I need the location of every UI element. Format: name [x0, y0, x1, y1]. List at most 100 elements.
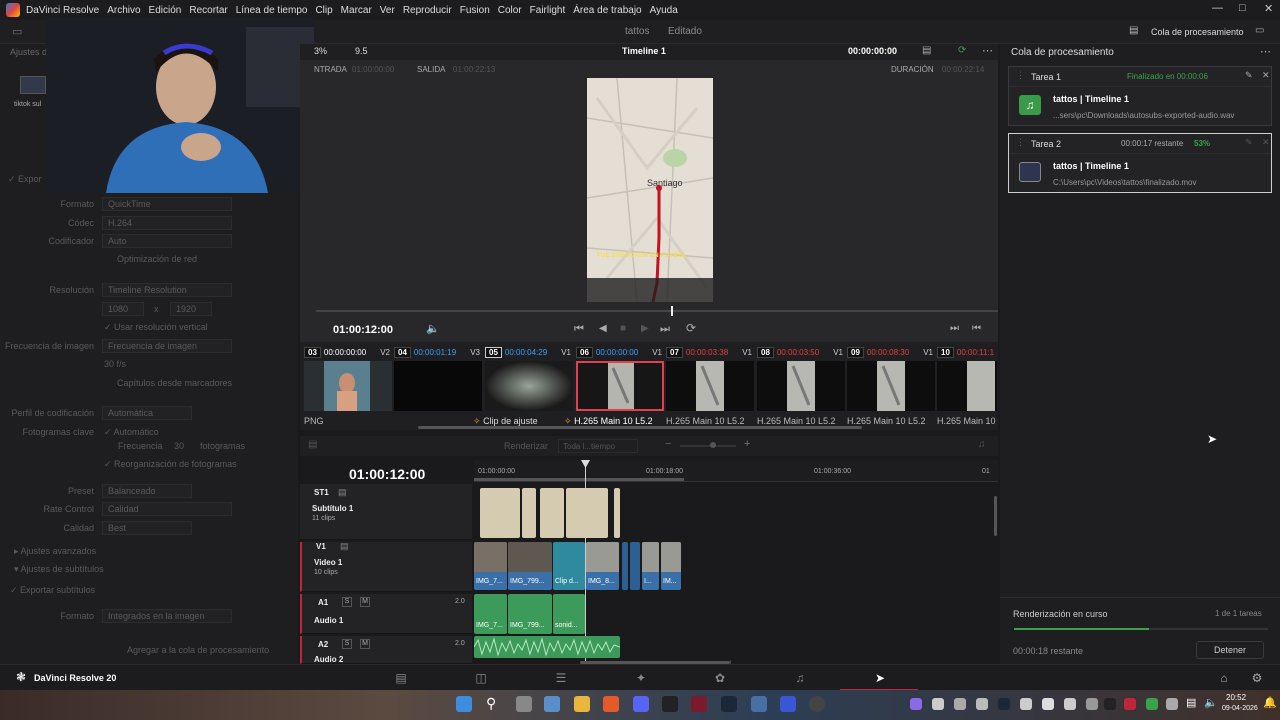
timeline-view-icon[interactable]: ▤: [308, 439, 317, 450]
menu-reproducir[interactable]: Reproducir: [403, 5, 452, 16]
solo-button[interactable]: S: [342, 597, 352, 607]
freq-value[interactable]: 30: [174, 441, 184, 451]
quality-dropdown[interactable]: Best: [102, 521, 192, 535]
timeline-timecode[interactable]: 01:00:12:00: [349, 466, 425, 482]
close-icon[interactable]: ✕: [1264, 2, 1273, 15]
drag-handle-icon[interactable]: ⋮: [1016, 137, 1025, 148]
video-clip[interactable]: I...: [642, 542, 659, 590]
scrubber-playhead[interactable]: [671, 306, 673, 316]
format-dropdown[interactable]: QuickTime: [102, 197, 232, 211]
menu-app[interactable]: DaVinci Resolve: [26, 5, 99, 16]
clip-thumb-selected[interactable]: 06 00:00:00:00 V1 ✧ H.265 Main 10 L5.2: [564, 347, 664, 429]
tray-icon[interactable]: [1146, 698, 1158, 710]
subtitle-clip[interactable]: [522, 488, 536, 538]
vertical-checkbox[interactable]: ✓ Usar resolución vertical: [104, 322, 208, 333]
res-width-field[interactable]: 1080: [102, 302, 144, 316]
render-range-dropdown[interactable]: Toda l...tiempo: [558, 439, 638, 453]
subs-settings-section[interactable]: ▾ Ajustes de subtítulos: [14, 564, 104, 575]
app-icon[interactable]: [780, 696, 796, 712]
export-video-check[interactable]: ✓ Expor: [8, 174, 42, 185]
menu-recortar[interactable]: Recortar: [189, 5, 227, 16]
video-clip[interactable]: [630, 542, 640, 590]
display-icon[interactable]: ▤: [922, 45, 931, 56]
track-header-audio1[interactable]: A1 S M 2.0 Audio 1: [300, 594, 472, 634]
menu-archivo[interactable]: Archivo: [107, 5, 140, 16]
stop-icon[interactable]: ■: [620, 323, 626, 334]
maximize-icon[interactable]: □: [1239, 2, 1246, 14]
clip-thumb[interactable]: 08 00:00:03:50 V1 H.265 Main 10 L5.2: [757, 347, 845, 429]
subtitle-clip[interactable]: [480, 488, 520, 538]
tray-icon[interactable]: [1166, 698, 1178, 710]
clip-thumb[interactable]: 07 00:00:03:38 V1 H.265 Main 10 L5.2: [666, 347, 754, 429]
audio-clip[interactable]: IMG_7...: [474, 594, 507, 634]
rate-dropdown[interactable]: Calidad: [102, 502, 232, 516]
preset-dropdown[interactable]: Balanceado: [102, 484, 192, 498]
video-clip[interactable]: [622, 542, 628, 590]
notifications-icon[interactable]: 🔔: [1263, 696, 1277, 709]
clip-thumb[interactable]: 03 00:00:00:00 V2 PNG: [304, 347, 392, 429]
brave-icon[interactable]: [603, 696, 619, 712]
advanced-section[interactable]: ▸ Ajustes avanzados: [14, 546, 96, 557]
tray-icon[interactable]: [1042, 698, 1054, 710]
menu-area-trabajo[interactable]: Área de trabajo: [573, 5, 641, 16]
menu-ver[interactable]: Ver: [380, 5, 395, 16]
video-clip[interactable]: IMG_8...: [586, 542, 619, 590]
edit-page-icon[interactable]: ☰: [554, 671, 568, 685]
add-to-queue-button[interactable]: Agregar a la cola de procesamiento: [127, 645, 269, 655]
more-options-icon[interactable]: ⋯: [982, 44, 993, 57]
strip-scrollbar[interactable]: [418, 426, 862, 429]
film-icon[interactable]: ▤: [340, 541, 349, 552]
res-height-field[interactable]: 1920: [170, 302, 212, 316]
timeline-name[interactable]: Timeline 1: [622, 46, 666, 56]
tray-icon[interactable]: [1020, 698, 1032, 710]
tray-icon[interactable]: [1064, 698, 1076, 710]
audio-clip[interactable]: sonid...: [553, 594, 585, 634]
track-header-video[interactable]: V1 ▤ Video 1 10 clips: [300, 541, 472, 592]
task-view-icon[interactable]: [516, 696, 532, 712]
reorder-checkbox[interactable]: ✓ Reorganización de fotogramas: [104, 459, 237, 470]
caption-icon[interactable]: ▤: [338, 487, 347, 498]
keyframes-auto-check[interactable]: ✓ Automático: [104, 427, 159, 438]
codec-dropdown[interactable]: H.264: [102, 216, 232, 230]
drag-handle-icon[interactable]: ⋮: [1016, 70, 1025, 81]
clip-thumb[interactable]: 04 00:00:01:19 V3: [394, 347, 482, 429]
discord-icon[interactable]: [633, 696, 649, 712]
clip-thumb[interactable]: 10 00:00:11:1 H.265 Main 10: [937, 347, 997, 429]
mute-button[interactable]: M: [360, 639, 370, 649]
fairlight-page-icon[interactable]: ♫: [793, 671, 807, 685]
home-icon[interactable]: ⌂: [1217, 671, 1231, 685]
edit-job-icon[interactable]: ✎: [1245, 70, 1253, 81]
stop-render-button[interactable]: Detener: [1196, 641, 1264, 659]
fusion-page-icon[interactable]: ✦: [634, 671, 648, 685]
network-icon[interactable]: ▤: [1186, 696, 1196, 709]
zoom-out-icon[interactable]: −: [665, 438, 671, 450]
subtitle-clip[interactable]: [566, 488, 608, 538]
search-icon[interactable]: ⚲: [486, 695, 496, 712]
tray-icon[interactable]: [1086, 698, 1098, 710]
video-clip[interactable]: IM...: [661, 542, 681, 590]
menu-clip[interactable]: Clip: [315, 5, 332, 16]
video-clip[interactable]: IMG_7...: [474, 542, 507, 590]
render-job-active[interactable]: ⋮ Tarea 2 00:00:17 restante 53% ✎ ✕ tatt…: [1008, 133, 1272, 193]
tray-icon[interactable]: [1124, 698, 1136, 710]
video-clip[interactable]: IMG_799...: [508, 542, 552, 590]
zoom-in-icon[interactable]: +: [744, 438, 750, 450]
fit-value[interactable]: 9.5: [355, 46, 368, 56]
epic-games-icon[interactable]: [662, 696, 678, 712]
audio-clip[interactable]: IMG_799...: [508, 594, 552, 634]
app-icon[interactable]: [751, 696, 767, 712]
remove-job-icon[interactable]: ✕: [1262, 70, 1270, 81]
tray-icon[interactable]: [932, 698, 944, 710]
tray-icon[interactable]: [910, 698, 922, 710]
export-subs-checkbox[interactable]: ✓ Exportar subtítulos: [10, 585, 95, 596]
network-opt-checkbox[interactable]: Optimización de red: [117, 254, 197, 264]
solo-button[interactable]: S: [342, 639, 352, 649]
widgets-icon[interactable]: [544, 696, 560, 712]
render-queue-icon[interactable]: ▤: [1129, 25, 1138, 36]
clip-thumb[interactable]: 09 00:00:08:30 V1 H.265 Main 10 L5.2: [847, 347, 935, 429]
last-frame-icon[interactable]: ⏭: [660, 323, 670, 336]
settings-gear-icon[interactable]: ⚙: [1250, 671, 1264, 685]
framerate-dropdown[interactable]: Frecuencia de imagen: [102, 339, 232, 353]
reverse-icon[interactable]: ◀: [599, 323, 607, 334]
clock-date[interactable]: 09-04-2026: [1222, 705, 1258, 712]
